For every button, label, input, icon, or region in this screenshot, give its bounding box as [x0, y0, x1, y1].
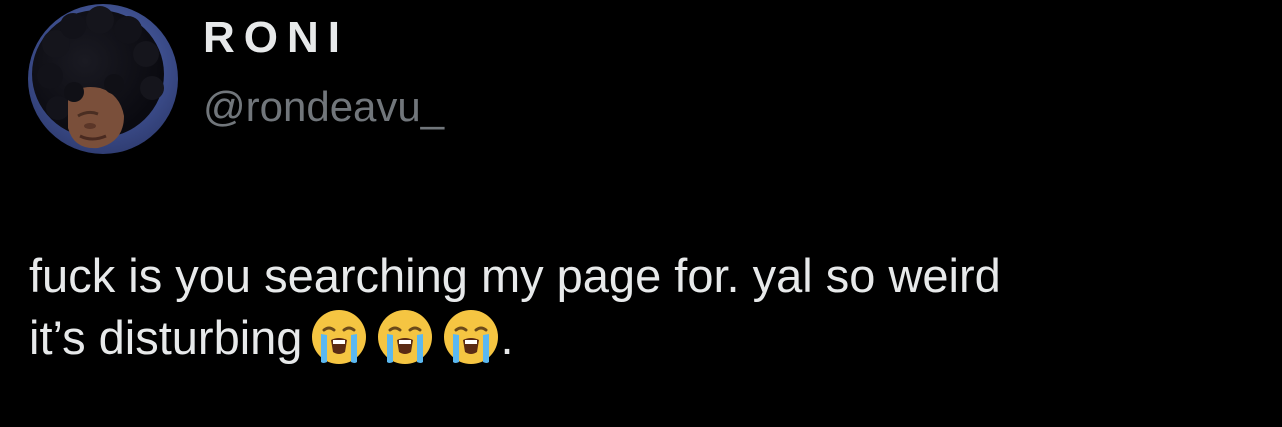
user-handle[interactable]: @rondeavu_ [203, 82, 444, 132]
display-name[interactable]: RONI [203, 12, 444, 64]
tweet-text-line-1: fuck is you searching my page for. yal s… [29, 249, 1001, 302]
tweet-text-line-2-end: . [500, 311, 514, 364]
tweet-text: fuck is you searching my page for. yal s… [29, 245, 1259, 369]
loudly-crying-face-emoji-icon [442, 308, 500, 366]
avatar[interactable] [28, 4, 178, 154]
tweet-text-line-2: it’s disturbing . [29, 307, 1259, 369]
user-names: RONI @rondeavu_ [203, 12, 444, 132]
loudly-crying-face-emoji-icon [376, 308, 434, 366]
avatar-photo [28, 4, 178, 154]
tweet: RONI @rondeavu_ fuck is you searching my… [0, 0, 1282, 427]
tweet-header: RONI @rondeavu_ [28, 4, 444, 154]
tweet-text-line-2-text: it’s disturbing [29, 311, 303, 364]
loudly-crying-face-emoji-icon [310, 308, 368, 366]
